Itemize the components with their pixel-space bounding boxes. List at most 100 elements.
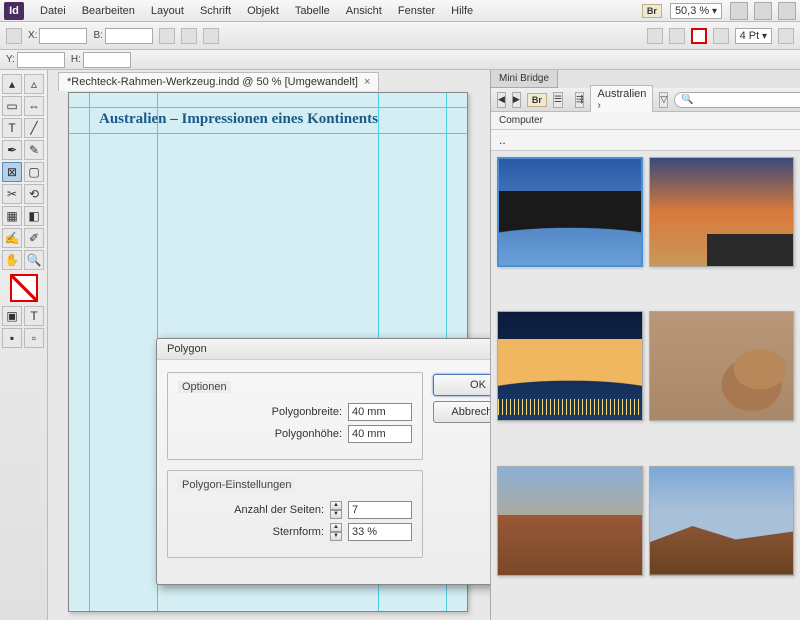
sides-spinner[interactable]: ▲▼: [330, 501, 342, 519]
polygon-width-label: Polygonbreite:: [272, 406, 342, 418]
fill-stroke-swatch[interactable]: [10, 274, 38, 302]
zoom-select[interactable]: 50,3 % ▾: [670, 3, 722, 19]
document-tab-label: *Rechteck-Rahmen-Werkzeug.indd @ 50 % [U…: [67, 76, 358, 88]
breadcrumb[interactable]: Australien ›: [590, 85, 653, 114]
polygon-height-input[interactable]: [348, 425, 412, 443]
view-mode-icon[interactable]: [730, 2, 748, 20]
menubar: Id Datei Bearbeiten Layout Schrift Objek…: [0, 0, 800, 22]
reference-point-icon[interactable]: [6, 28, 22, 44]
menu-objekt[interactable]: Objekt: [239, 2, 287, 20]
transform-tool[interactable]: ⟲: [24, 184, 44, 204]
polygon-height-label: Polygonhöhe:: [275, 428, 342, 440]
star-label: Sternform:: [273, 526, 324, 538]
type-tool[interactable]: T: [2, 118, 22, 138]
selection-tool[interactable]: ▴: [2, 74, 22, 94]
pencil-tool[interactable]: ✎: [24, 140, 44, 160]
scale-icon[interactable]: [181, 28, 197, 44]
menu-tabelle[interactable]: Tabelle: [287, 2, 338, 20]
char-icon[interactable]: [647, 28, 663, 44]
mini-bridge-panel: Mini Bridge ◀ ▶ Br ☰ ⇶ Australien › ▽ Co…: [490, 70, 800, 620]
x-input[interactable]: [39, 28, 87, 44]
view-icon[interactable]: ☰: [553, 92, 563, 108]
width-input[interactable]: [105, 28, 153, 44]
app-logo: Id: [4, 2, 24, 20]
canvas[interactable]: *Rechteck-Rahmen-Werkzeug.indd @ 50 % [U…: [48, 70, 490, 620]
apply-color[interactable]: ▣: [2, 306, 22, 326]
path-bar[interactable]: Computer: [491, 112, 800, 130]
sides-input[interactable]: [348, 501, 412, 519]
page-headline: Australien – Impressionen eines Kontinen…: [99, 111, 378, 128]
forward-button[interactable]: ▶: [512, 92, 521, 108]
apply-text[interactable]: T: [24, 306, 44, 326]
toolbox: ▴▵ ▭⇔ T╱ ✒✎ ⊠▢ ✂⟲ ▦◧ ✍✐ ✋🔍 ▣T ▪▫: [0, 70, 48, 620]
y-label: Y:: [6, 54, 15, 65]
menu-layout[interactable]: Layout: [143, 2, 192, 20]
thumbnail-6[interactable]: [649, 466, 795, 576]
fill-swatch-icon[interactable]: [713, 28, 729, 44]
document-tab[interactable]: *Rechteck-Rahmen-Werkzeug.indd @ 50 % [U…: [58, 72, 379, 91]
mini-bridge-tab[interactable]: Mini Bridge: [491, 70, 558, 88]
gradient-feather-tool[interactable]: ◧: [24, 206, 44, 226]
thumbnail-1[interactable]: [497, 157, 643, 267]
search-input[interactable]: [674, 92, 800, 108]
normal-view[interactable]: ▪: [2, 328, 22, 348]
star-input[interactable]: [348, 523, 412, 541]
thumbnail-grid: [491, 151, 800, 620]
menu-bearbeiten[interactable]: Bearbeiten: [74, 2, 143, 20]
rectangle-frame-tool[interactable]: ⊠: [2, 162, 22, 182]
x-label: X:: [28, 30, 37, 41]
ok-button[interactable]: OK: [433, 374, 490, 396]
star-spinner[interactable]: ▲▼: [330, 523, 342, 541]
thumbnail-5[interactable]: [497, 466, 643, 576]
scissors-tool[interactable]: ✂: [2, 184, 22, 204]
b-label: B:: [93, 30, 102, 41]
line-tool[interactable]: ╱: [24, 118, 44, 138]
polygon-width-input[interactable]: [348, 403, 412, 421]
bridge-icon[interactable]: Br: [527, 93, 547, 107]
menu-hilfe[interactable]: Hilfe: [443, 2, 481, 20]
arrange-icon[interactable]: [778, 2, 796, 20]
effects-icon[interactable]: [778, 28, 794, 44]
thumbnail-3[interactable]: [497, 311, 643, 421]
note-tool[interactable]: ✍: [2, 228, 22, 248]
thumbnail-4[interactable]: [649, 311, 795, 421]
menu-schrift[interactable]: Schrift: [192, 2, 239, 20]
link-icon[interactable]: [159, 28, 175, 44]
menu-fenster[interactable]: Fenster: [390, 2, 443, 20]
menu-datei[interactable]: Datei: [32, 2, 74, 20]
rectangle-tool[interactable]: ▢: [24, 162, 44, 182]
zoom-tool[interactable]: 🔍: [24, 250, 44, 270]
path-icon[interactable]: ⇶: [575, 92, 585, 108]
bridge-badge[interactable]: Br: [642, 4, 662, 18]
pen-tool[interactable]: ✒: [2, 140, 22, 160]
height-input[interactable]: [83, 52, 131, 68]
menu-ansicht[interactable]: Ansicht: [338, 2, 390, 20]
y-input[interactable]: [17, 52, 65, 68]
direct-selection-tool[interactable]: ▵: [24, 74, 44, 94]
close-icon[interactable]: ×: [364, 76, 370, 88]
options-legend: Optionen: [178, 381, 231, 393]
polygon-dialog: Polygon Optionen Polygonbreite: Polygonh…: [156, 338, 490, 585]
rotate-icon[interactable]: [203, 28, 219, 44]
settings-legend: Polygon-Einstellungen: [178, 479, 295, 491]
gap-tool[interactable]: ⇔: [24, 96, 44, 116]
hand-tool[interactable]: ✋: [2, 250, 22, 270]
cancel-button[interactable]: Abbrechen: [433, 401, 490, 423]
stroke-swatch[interactable]: [691, 28, 707, 44]
up-folder[interactable]: ..: [491, 130, 800, 151]
back-button[interactable]: ◀: [497, 92, 506, 108]
page-tool[interactable]: ▭: [2, 96, 22, 116]
sides-label: Anzahl der Seiten:: [234, 504, 324, 516]
gradient-tool[interactable]: ▦: [2, 206, 22, 226]
control-bar-2: Y: H:: [0, 50, 800, 70]
control-bar: X: B: 4 Pt ▾: [0, 22, 800, 50]
h-label: H:: [71, 54, 81, 65]
thumbnail-2[interactable]: [649, 157, 795, 267]
filter-icon[interactable]: ▽: [659, 92, 668, 108]
stroke-weight[interactable]: 4 Pt ▾: [735, 28, 772, 44]
screen-mode-icon[interactable]: [754, 2, 772, 20]
dialog-title: Polygon: [157, 339, 490, 360]
para-icon[interactable]: [669, 28, 685, 44]
preview-view[interactable]: ▫: [24, 328, 44, 348]
eyedropper-tool[interactable]: ✐: [24, 228, 44, 248]
